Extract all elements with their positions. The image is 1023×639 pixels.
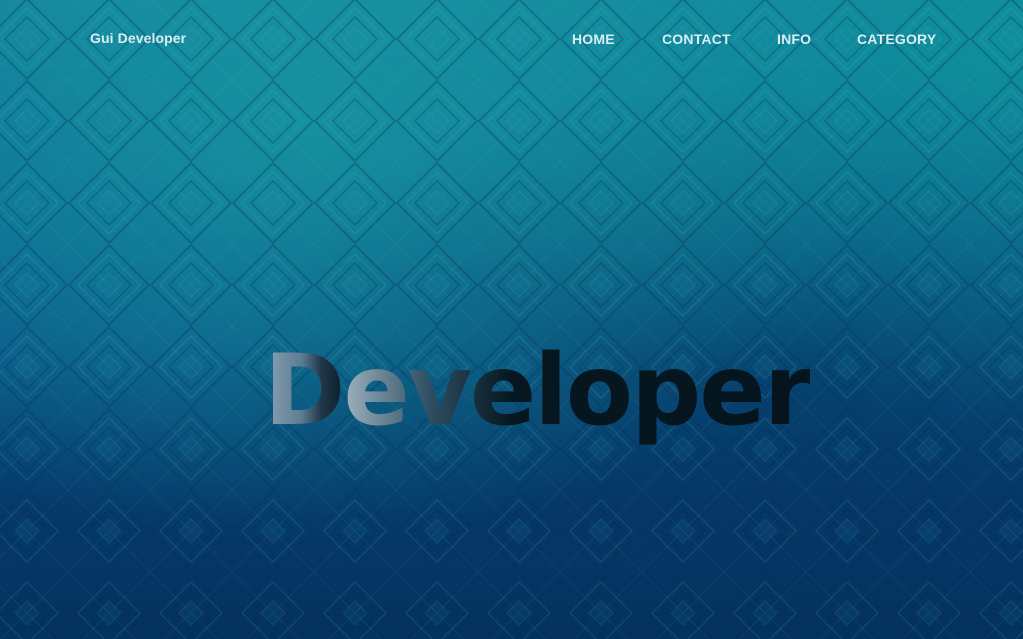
nav-info-link[interactable]: INFO xyxy=(777,30,857,48)
nav-category-link[interactable]: CATEGORY xyxy=(857,30,937,48)
hero-title: Developer xyxy=(264,333,812,448)
main-navigation: HOME CONTACT INFO CATEGORY xyxy=(572,30,937,48)
brand-link[interactable]: Gui Developer xyxy=(90,30,186,46)
nav-contact-link[interactable]: CONTACT xyxy=(662,30,777,48)
landing-page: Gui Developer HOME CONTACT INFO CATEGORY… xyxy=(0,0,1023,639)
hero-title-first-letter: D xyxy=(264,333,345,448)
diamond-pattern-background xyxy=(0,0,1023,639)
hero-title-remaining-text: eveloper xyxy=(343,333,812,448)
nav-home-link[interactable]: HOME xyxy=(572,30,662,48)
top-navigation-bar: Gui Developer HOME CONTACT INFO CATEGORY xyxy=(0,0,1023,78)
